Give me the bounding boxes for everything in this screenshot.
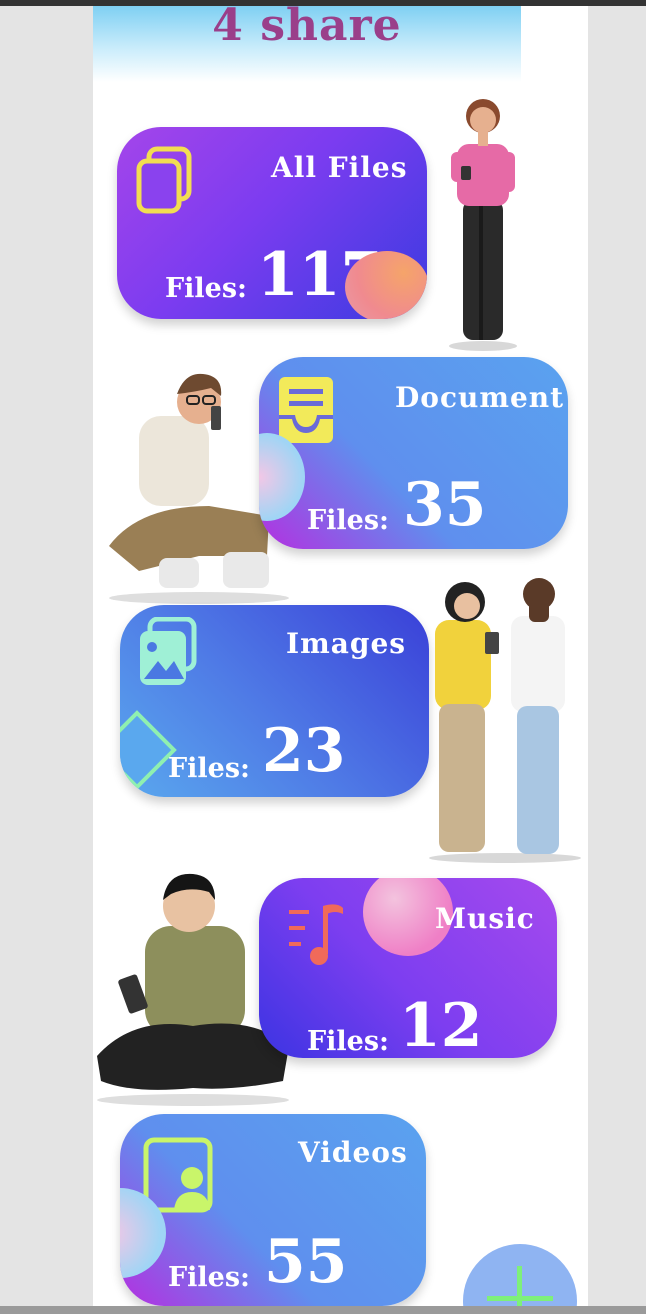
card-title: Music bbox=[435, 902, 535, 935]
files-label: Files: bbox=[307, 1026, 390, 1057]
document-tray-icon bbox=[279, 377, 333, 443]
files-count: 23 bbox=[262, 716, 346, 786]
app-screen: 4 share All Files Files: 117 Document Fi… bbox=[93, 6, 588, 1306]
add-button[interactable] bbox=[463, 1244, 577, 1306]
card-title: Images bbox=[286, 627, 407, 660]
music-list-icon bbox=[289, 904, 343, 965]
files-label: Files: bbox=[168, 1262, 251, 1293]
files-label: Files: bbox=[168, 753, 251, 784]
card-title: Document bbox=[395, 381, 565, 414]
plus-icon bbox=[487, 1266, 553, 1306]
card-music[interactable]: Music Files: 12 bbox=[259, 878, 557, 1058]
card-title: All Files bbox=[271, 151, 408, 184]
files-stack-icon bbox=[136, 146, 192, 214]
app-title: 4 share bbox=[212, 6, 402, 51]
standing-woman-illustration bbox=[449, 99, 517, 351]
standing-couple-illustration bbox=[429, 578, 581, 863]
card-videos[interactable]: Videos Files: 55 bbox=[120, 1114, 426, 1306]
image-stack-icon bbox=[140, 617, 197, 685]
decorative-bubble bbox=[345, 251, 427, 319]
files-label: Files: bbox=[165, 273, 248, 304]
files-label: Files: bbox=[307, 505, 390, 536]
files-count: 35 bbox=[403, 470, 487, 540]
decorative-bubble bbox=[259, 433, 305, 521]
card-all-files[interactable]: All Files Files: 117 bbox=[117, 127, 427, 319]
files-count: 55 bbox=[264, 1227, 348, 1297]
bottom-strip bbox=[0, 1306, 646, 1314]
files-count: 12 bbox=[399, 991, 483, 1058]
card-images[interactable]: Images Files: 23 bbox=[120, 605, 429, 797]
card-document[interactable]: Document Files: 35 bbox=[259, 357, 568, 549]
app-header: 4 share bbox=[93, 6, 521, 82]
card-title: Videos bbox=[298, 1136, 408, 1169]
